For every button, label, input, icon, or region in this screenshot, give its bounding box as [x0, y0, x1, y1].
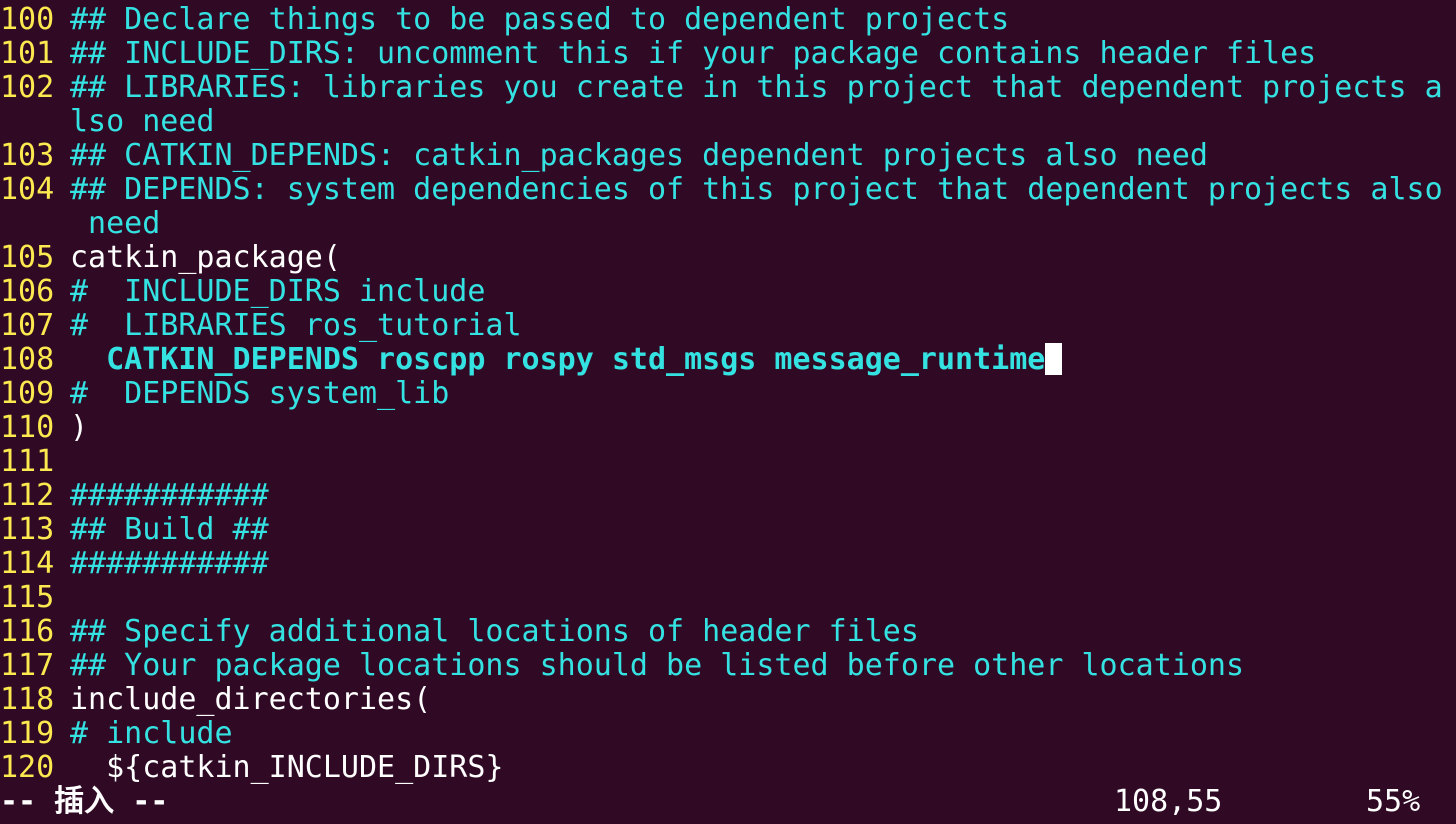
line-number: 106 [0, 275, 55, 309]
text-cursor [1045, 343, 1063, 375]
code-line[interactable]: 101 ## INCLUDE_DIRS: uncomment this if yo… [0, 37, 1456, 71]
line-number: 103 [0, 139, 55, 173]
line-text: ## Your package locations should be list… [70, 649, 1244, 683]
code-line-wrap[interactable]: lso need [0, 105, 1456, 139]
code-line[interactable]: 117 ## Your package locations should be l… [0, 649, 1456, 683]
line-text: lso need [70, 105, 215, 139]
line-number: 117 [0, 649, 55, 683]
line-number: 113 [0, 513, 55, 547]
line-number: 118 [0, 683, 55, 717]
line-number: 116 [0, 615, 55, 649]
code-line[interactable]: 102 ## LIBRARIES: libraries you create in… [0, 71, 1456, 105]
text-buffer[interactable]: 100 ## Declare things to be passed to dep… [0, 3, 1456, 785]
line-text: ########### [70, 479, 269, 513]
scroll-percent: 55% [1366, 784, 1421, 819]
code-line[interactable]: 118 include_directories( [0, 683, 1456, 717]
line-number: 110 [0, 411, 55, 445]
code-line[interactable]: 113 ## Build ## [0, 513, 1456, 547]
line-text: CATKIN_DEPENDS roscpp rospy std_msgs mes… [70, 343, 1046, 377]
line-text: # DEPENDS system_lib [70, 377, 450, 411]
code-line[interactable]: 106 # INCLUDE_DIRS include [0, 275, 1456, 309]
line-text: ## Specify additional locations of heade… [70, 615, 919, 649]
line-text: need [70, 207, 161, 241]
mode-indicator: -- 插入 -- [0, 784, 169, 819]
code-line-wrap[interactable]: need [0, 207, 1456, 241]
line-text: ## LIBRARIES: libraries you create in th… [70, 71, 1443, 105]
line-text: catkin_package( [70, 241, 341, 275]
line-number: 109 [0, 377, 55, 411]
vim-editor[interactable]: 100 ## Declare things to be passed to dep… [0, 0, 1456, 824]
code-line[interactable]: 107 # LIBRARIES ros_tutorial [0, 309, 1456, 343]
line-number: 107 [0, 309, 55, 343]
line-number: 100 [0, 3, 55, 37]
line-text: # include [70, 717, 233, 751]
code-line[interactable]: 114 ########### [0, 547, 1456, 581]
code-line[interactable]: 112 ########### [0, 479, 1456, 513]
line-number: 108 [0, 343, 55, 377]
line-text: ## Build ## [70, 513, 269, 547]
line-number: 111 [0, 445, 55, 479]
line-number: 105 [0, 241, 55, 275]
line-number: 104 [0, 173, 55, 207]
line-number: 102 [0, 71, 55, 105]
code-line[interactable]: 108 CATKIN_DEPENDS roscpp rospy std_msgs… [0, 343, 1456, 377]
line-text: ## INCLUDE_DIRS: uncomment this if your … [70, 37, 1317, 71]
line-text: ${catkin_INCLUDE_DIRS} [70, 751, 504, 785]
line-number: 114 [0, 547, 55, 581]
line-text: # INCLUDE_DIRS include [70, 275, 486, 309]
code-line[interactable]: 104 ## DEPENDS: system dependencies of th… [0, 173, 1456, 207]
line-number: 120 [0, 751, 55, 785]
line-number: 112 [0, 479, 55, 513]
line-number: 115 [0, 581, 55, 615]
line-text: ########### [70, 547, 269, 581]
code-line[interactable]: 105 catkin_package( [0, 241, 1456, 275]
line-number: 101 [0, 37, 55, 71]
status-bar: -- 插入 -- 108,55 55% [0, 785, 1456, 819]
line-text: # LIBRARIES ros_tutorial [70, 309, 522, 343]
code-line[interactable]: 110) [0, 411, 1456, 445]
line-text: ) [70, 411, 89, 445]
line-text: include_directories( [70, 683, 432, 717]
code-line[interactable]: 103 ## CATKIN_DEPENDS: catkin_packages de… [0, 139, 1456, 173]
code-line[interactable]: 119 # include [0, 717, 1456, 751]
code-line[interactable]: 116 ## Specify additional locations of he… [0, 615, 1456, 649]
code-line[interactable]: 115 [0, 581, 1456, 615]
line-text: ## DEPENDS: system dependencies of this … [70, 173, 1443, 207]
code-line[interactable]: 109 # DEPENDS system_lib [0, 377, 1456, 411]
code-line[interactable]: 100 ## Declare things to be passed to dep… [0, 3, 1456, 37]
line-text: ## Declare things to be passed to depend… [70, 3, 1010, 37]
line-number: 119 [0, 717, 55, 751]
code-line[interactable]: 120 ${catkin_INCLUDE_DIRS} [0, 751, 1456, 785]
cursor-position: 108,55 [1114, 784, 1223, 819]
code-line[interactable]: 111 [0, 445, 1456, 479]
line-text: ## CATKIN_DEPENDS: catkin_packages depen… [70, 139, 1208, 173]
